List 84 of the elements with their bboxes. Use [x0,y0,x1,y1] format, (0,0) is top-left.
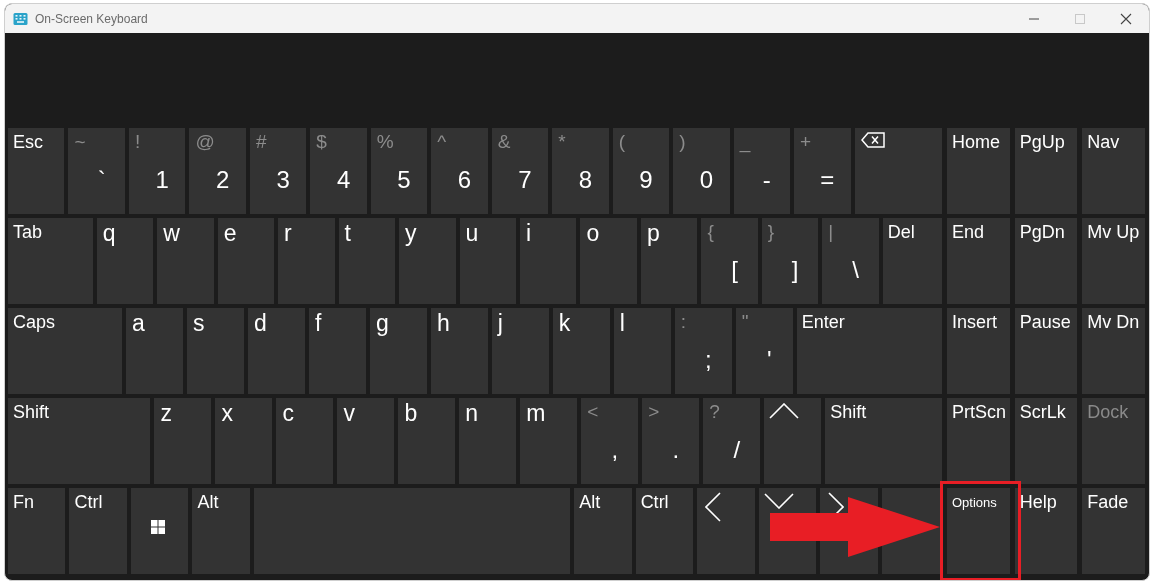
key[interactable]: Alt [192,488,250,574]
key[interactable]: Home [947,128,1010,214]
key[interactable]: v [337,398,395,484]
key[interactable]: f [308,308,366,394]
key[interactable]: p [640,218,698,304]
key[interactable]: Enter [796,308,943,394]
key[interactable]: < , [581,398,639,484]
key[interactable]: : ; [674,308,732,394]
key[interactable]: ) 0 [673,128,730,214]
key[interactable]: Del [882,218,943,304]
key[interactable]: g [369,308,427,394]
key[interactable]: Tab [8,218,93,304]
key[interactable]: q [96,218,154,304]
key[interactable]: Insert [947,308,1010,394]
key[interactable]: { [ [701,218,758,304]
key[interactable]: Options [947,488,1010,574]
backspace-key[interactable] [854,128,943,214]
key[interactable]: h [430,308,488,394]
key[interactable]: c [276,398,334,484]
keyboard-icon [13,11,28,26]
key[interactable]: u [459,218,516,304]
key[interactable]: j [491,308,549,394]
key[interactable]: n [459,398,517,484]
key[interactable]: Mv Dn [1082,308,1145,394]
key[interactable]: y [399,218,456,304]
key[interactable]: + = [794,128,851,214]
maximize-icon [1074,12,1086,25]
key[interactable]: @ 2 [189,128,246,214]
key[interactable]: z [154,398,212,484]
key[interactable]: Fade [1082,488,1145,574]
key[interactable]: ! 1 [128,128,186,214]
key[interactable]: Caps [8,308,122,394]
key[interactable]: Nav [1082,128,1145,214]
key[interactable]: Mv Up [1082,218,1145,304]
key[interactable]: a [125,308,183,394]
key[interactable]: Pause [1014,308,1078,394]
key[interactable]: e [217,218,275,304]
key[interactable]: PrtScn [947,398,1010,484]
key[interactable]: ? / [703,398,761,484]
key[interactable]: & 7 [491,128,549,214]
close-icon [1120,12,1132,25]
chevron-left-icon [705,492,722,522]
key[interactable]: ^ 6 [431,128,488,214]
key[interactable]: End [947,218,1010,304]
key[interactable]: w [157,218,214,304]
key[interactable]: s [186,308,244,394]
key[interactable]: l [613,308,671,394]
key[interactable]: Esc [8,128,65,214]
key[interactable]: " ' [735,308,793,394]
key[interactable]: Shift [825,398,943,484]
key[interactable]: d [247,308,305,394]
key[interactable]: PgUp [1014,128,1078,214]
windows-key[interactable] [130,488,189,574]
chevron-down-icon [763,493,794,509]
key[interactable]: PgDn [1014,218,1078,304]
key[interactable]: o [580,218,637,304]
key[interactable]: i [519,218,577,304]
key[interactable]: % 5 [370,128,428,214]
backspace-icon [860,132,885,148]
key[interactable]: $ 4 [310,128,367,214]
chevron-up-icon [769,403,800,419]
key[interactable]: r [278,218,335,304]
key[interactable]: k [552,308,610,394]
key[interactable]: } ] [761,218,819,304]
key[interactable]: ( 9 [612,128,670,214]
key[interactable]: b [398,398,456,484]
key[interactable]: m [520,398,578,484]
key[interactable]: Ctrl [69,488,127,574]
key[interactable]: _ - [733,128,791,214]
key[interactable]: ScrLk [1014,398,1078,484]
windows-logo-icon [150,520,165,534]
key[interactable]: Help [1014,488,1078,574]
key[interactable]: x [215,398,273,484]
key[interactable]: * 8 [552,128,609,214]
key[interactable]: Alt [574,488,632,574]
key[interactable]: ~ ` [68,128,125,214]
key[interactable]: > . [642,398,700,484]
key[interactable]: Ctrl [635,488,694,574]
key[interactable]: # 3 [249,128,307,214]
key[interactable]: Shift [8,398,151,484]
key[interactable]: | \ [822,218,879,304]
key[interactable]: Fn [8,488,66,574]
key[interactable]: t [338,218,396,304]
window-title: On-Screen Keyboard [35,11,148,26]
